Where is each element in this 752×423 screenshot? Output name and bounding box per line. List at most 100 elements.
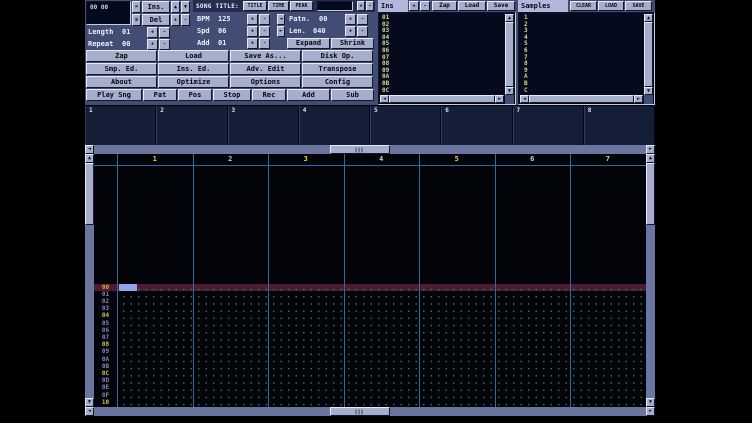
pattern-channel-header[interactable]: 4: [344, 155, 420, 164]
bpm-plus-button[interactable]: +: [247, 14, 258, 25]
peak-tab-button[interactable]: PEAK: [290, 1, 313, 11]
add-minus-button[interactable]: -: [259, 38, 270, 49]
order-list[interactable]: 00 00: [86, 1, 131, 25]
sample-scroll-right-button[interactable]: ►: [634, 95, 643, 103]
instrument-scroll-left-button[interactable]: ◄: [380, 95, 389, 103]
transport-button-stop[interactable]: Stop: [213, 89, 251, 101]
pattern-vscroll-thumb-right[interactable]: [646, 163, 655, 225]
order-list-entry[interactable]: 00 00: [90, 5, 108, 11]
order-plus-button[interactable]: +: [171, 14, 180, 26]
pattern-vscroll-up-button-left[interactable]: ▲: [85, 154, 94, 163]
transport-button-sub[interactable]: Sub: [331, 89, 374, 101]
channel-scope[interactable]: 1: [85, 106, 156, 145]
title-plus-button[interactable]: +: [357, 1, 365, 11]
sample-scroll-left-button[interactable]: ◄: [520, 95, 529, 103]
pattern-hscroll-right-button-bottom[interactable]: ►: [646, 407, 655, 416]
menu-button-options[interactable]: Options: [230, 76, 301, 88]
menu-button-adv-edit[interactable]: Adv. Edit: [230, 63, 301, 75]
pattern-channel-header[interactable]: 2: [193, 155, 269, 164]
channel-scope[interactable]: 2: [156, 106, 227, 145]
sample-scroll-down-button[interactable]: ▼: [644, 87, 653, 95]
pattern-plus-button[interactable]: +: [345, 14, 356, 25]
channel-scope[interactable]: 3: [228, 106, 299, 145]
sample-clear-button[interactable]: Clear: [570, 1, 597, 11]
menu-button-load[interactable]: Load: [158, 50, 229, 62]
song-title-field[interactable]: [317, 1, 353, 11]
sample-scroll-up-button[interactable]: ▲: [644, 14, 653, 22]
pattern-hscroll-right-button[interactable]: ►: [646, 145, 655, 154]
title-tab-button[interactable]: TITLE: [243, 1, 267, 11]
sample-hscroll-thumb[interactable]: [529, 95, 634, 103]
instrument-plus-button[interactable]: +: [409, 1, 419, 11]
pattern-hscroll-thumb-top[interactable]: [330, 145, 390, 154]
menu-button-save-as[interactable]: Save As...: [230, 50, 301, 62]
pattern-hscroll-left-button-bottom[interactable]: ◄: [85, 407, 94, 416]
instrument-scroll-down-button[interactable]: ▼: [505, 87, 514, 95]
pattern-vscroll-down-button-right[interactable]: ▼: [646, 398, 655, 407]
menu-button-transpose[interactable]: Transpose: [302, 63, 373, 75]
pattern-channel-header[interactable]: 3: [268, 155, 344, 164]
order-minus-button[interactable]: -: [181, 14, 190, 26]
sample-vscroll-thumb[interactable]: [644, 22, 653, 87]
pattern-length-minus-button[interactable]: -: [357, 26, 368, 37]
speed-minus-button[interactable]: -: [259, 26, 270, 37]
length-minus-button[interactable]: -: [159, 27, 170, 38]
instrument-vscroll-thumb[interactable]: [505, 22, 514, 87]
pattern-channel-header[interactable]: 7: [570, 155, 646, 164]
speed-plus-button[interactable]: +: [247, 26, 258, 37]
pattern-channel-header[interactable]: 1: [117, 155, 193, 164]
menu-button-smp-ed[interactable]: Smp. Ed.: [86, 63, 157, 75]
sample-list-item[interactable]: C: [524, 88, 528, 94]
pattern-vscroll-up-button-right[interactable]: ▲: [646, 154, 655, 163]
order-list-button[interactable]: ≡: [132, 14, 141, 26]
instrument-save-button[interactable]: Save: [487, 1, 515, 11]
instrument-minus-button[interactable]: -: [420, 1, 430, 11]
menu-button-about[interactable]: About: [86, 76, 157, 88]
add-plus-button[interactable]: +: [247, 38, 258, 49]
order-delete-button[interactable]: Del: [142, 14, 170, 26]
instrument-scroll-right-button[interactable]: ►: [495, 95, 504, 103]
repeat-minus-button[interactable]: -: [159, 39, 170, 50]
flip-left-button[interactable]: ◄: [277, 14, 285, 25]
expand-button[interactable]: Expand: [287, 38, 330, 49]
order-down-button[interactable]: ▼: [181, 1, 190, 13]
transport-button-add[interactable]: Add: [287, 89, 330, 101]
transport-button-pos[interactable]: Pos: [178, 89, 212, 101]
pattern-hscroll-left-button[interactable]: ◄: [85, 145, 94, 154]
pattern-channel-header[interactable]: 5: [419, 155, 495, 164]
transport-button-pat[interactable]: Pat: [143, 89, 177, 101]
time-tab-button[interactable]: TIME: [268, 1, 289, 11]
channel-scope[interactable]: 7: [513, 106, 584, 145]
instrument-zap-button[interactable]: Zap: [432, 1, 457, 11]
title-minus-button[interactable]: -: [366, 1, 374, 11]
instrument-load-button[interactable]: Load: [458, 1, 486, 11]
instrument-listbox[interactable]: 0102030405060708090A0B0C ▲ ▼ ◄ ►: [378, 12, 516, 105]
pattern-grid[interactable]: [118, 284, 644, 406]
pattern-length-plus-button[interactable]: +: [345, 26, 356, 37]
sample-save-button[interactable]: Save: [625, 1, 652, 11]
transport-button-play-sng[interactable]: Play Sng: [86, 89, 142, 101]
channel-scope[interactable]: 4: [299, 106, 370, 145]
pattern-minus-button[interactable]: -: [357, 14, 368, 25]
instrument-scroll-up-button[interactable]: ▲: [505, 14, 514, 22]
channel-scope[interactable]: 6: [441, 106, 512, 145]
order-eq-button[interactable]: =: [132, 1, 141, 13]
pattern-channel-header[interactable]: 6: [495, 155, 571, 164]
menu-button-disk-op[interactable]: Disk Op.: [302, 50, 373, 62]
flip-right-button[interactable]: ►: [277, 26, 285, 37]
order-up-button[interactable]: ▲: [171, 1, 180, 13]
channel-scope[interactable]: 5: [370, 106, 441, 145]
pattern-hscroll-thumb-bottom[interactable]: [330, 407, 390, 416]
instrument-list-item[interactable]: 0C: [382, 88, 389, 94]
transport-button-rec[interactable]: Rec: [252, 89, 286, 101]
sample-load-button[interactable]: Load: [598, 1, 624, 11]
shrink-button[interactable]: Shrink: [331, 38, 374, 49]
menu-button-ins-ed[interactable]: Ins. Ed.: [158, 63, 229, 75]
pattern-vscroll-thumb-left[interactable]: [85, 163, 94, 225]
menu-button-config[interactable]: Config: [302, 76, 373, 88]
bpm-minus-button[interactable]: -: [259, 14, 270, 25]
repeat-plus-button[interactable]: +: [147, 39, 158, 50]
instrument-hscroll-thumb[interactable]: [389, 95, 495, 103]
menu-button-zap[interactable]: Zap: [86, 50, 157, 62]
menu-button-optimize[interactable]: Optimize: [158, 76, 229, 88]
